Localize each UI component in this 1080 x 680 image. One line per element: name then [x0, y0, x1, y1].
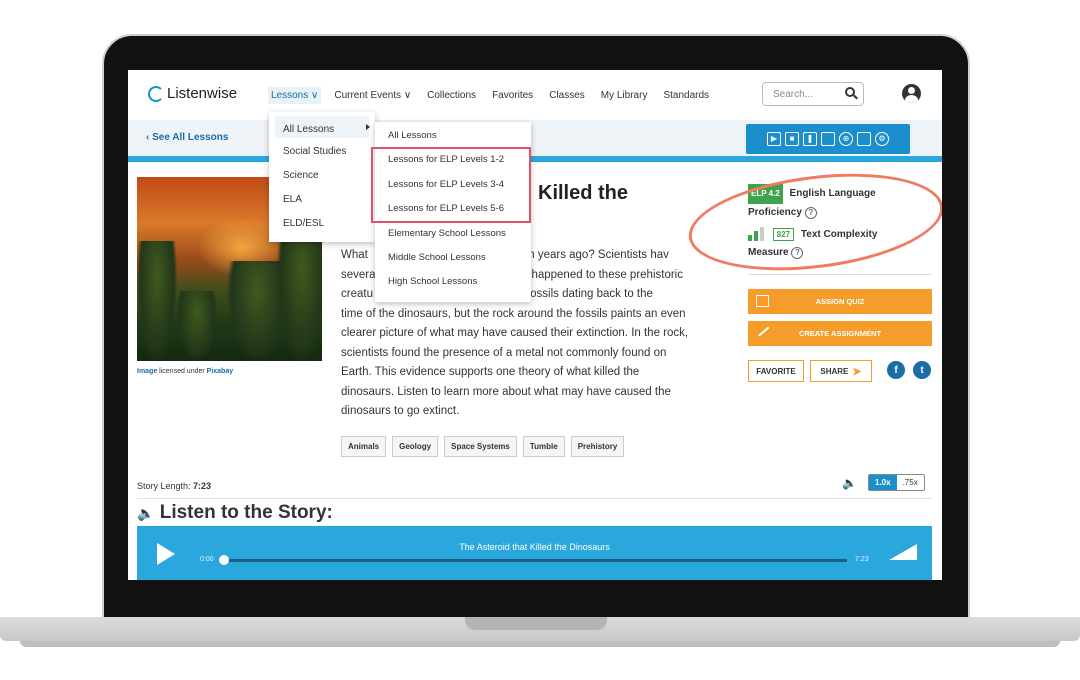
- logo-text: Listenwise: [167, 85, 238, 102]
- story-title: Killed the: [538, 182, 629, 204]
- tag-space-systems[interactable]: Space Systems: [444, 436, 517, 457]
- search-icon[interactable]: [845, 87, 855, 97]
- story-length: Story Length: 7:23: [137, 481, 211, 491]
- tree-shape: [277, 231, 322, 361]
- nav-standards[interactable]: Standards: [660, 87, 712, 104]
- nav-collections[interactable]: Collections: [424, 87, 479, 104]
- menu-item-all-lessons[interactable]: All Lessons: [275, 116, 369, 138]
- tag-animals[interactable]: Animals: [341, 436, 387, 457]
- speed-075x[interactable]: .75x: [897, 475, 924, 490]
- description-line: dinosaurs to go extinct.: [341, 405, 460, 417]
- see-all-lessons-link[interactable]: ‹ See All Lessons: [146, 132, 228, 143]
- lessons-dropdown: All Lessons Social Studies Science ELA E…: [269, 112, 375, 242]
- description-line: clearer picture of what may have caused …: [341, 327, 689, 339]
- quiz-icon: [756, 295, 769, 307]
- stop-icon[interactable]: ■: [785, 132, 799, 146]
- volume-icon[interactable]: 🔈: [842, 476, 857, 490]
- nav-my-library[interactable]: My Library: [598, 87, 651, 104]
- share-button[interactable]: SHARE ➤: [810, 360, 872, 382]
- description-line: scientists found the presence of a metal…: [341, 346, 667, 359]
- submenu-item-elementary[interactable]: Elementary School Lessons: [375, 220, 531, 244]
- submenu-item-all-lessons[interactable]: All Lessons: [375, 122, 531, 146]
- tree-shape: [177, 291, 217, 361]
- user-avatar-icon[interactable]: [902, 84, 921, 103]
- tag-prehistory[interactable]: Prehistory: [570, 436, 625, 457]
- nav-current-events[interactable]: Current Events ∨: [331, 87, 414, 104]
- facebook-icon[interactable]: f: [887, 361, 905, 379]
- time-elapsed: 0:00: [200, 556, 214, 563]
- topic-tags: Animals Geology Space Systems Tumble Pre…: [341, 436, 625, 457]
- blue-divider: [128, 156, 942, 162]
- menu-item-social-studies[interactable]: Social Studies: [269, 138, 375, 162]
- gear-icon[interactable]: ⚙: [875, 132, 889, 146]
- create-assignment-label: CREATE ASSIGNMENT: [798, 329, 882, 338]
- share-arrow-icon: ➤: [852, 365, 862, 378]
- story-length-label: Story Length:: [137, 481, 194, 491]
- progress-knob[interactable]: [219, 555, 229, 565]
- create-assignment-button[interactable]: CREATE ASSIGNMENT: [748, 321, 932, 346]
- picture-icon[interactable]: [857, 132, 871, 146]
- progress-track[interactable]: [223, 559, 847, 562]
- pencil-icon: [755, 323, 770, 337]
- track-title: The Asteroid that Killed the Dinosaurs: [459, 542, 610, 552]
- menu-item-eld-esl[interactable]: ELD/ESL: [269, 210, 375, 234]
- listen-heading-text: Listen to the Story:: [159, 502, 333, 523]
- pause-icon[interactable]: ❚: [803, 132, 817, 146]
- elp-highlight-box: [371, 147, 531, 223]
- main-nav: Lessons ∨ Current Events ∨ Collections F…: [268, 87, 712, 104]
- audio-player: The Asteroid that Killed the Dinosaurs 0…: [137, 526, 932, 580]
- search-input[interactable]: Search...: [762, 82, 864, 106]
- share-label: SHARE: [820, 366, 849, 376]
- playback-speed: 1.0x .75x: [868, 474, 925, 491]
- favorite-button[interactable]: FAVORITE: [748, 360, 804, 382]
- pixabay-link[interactable]: Pixabay: [207, 368, 233, 375]
- assign-quiz-button[interactable]: ASSIGN QUIZ: [748, 289, 932, 314]
- nav-favorites[interactable]: Favorites: [489, 87, 536, 104]
- search-placeholder: Search...: [773, 89, 814, 100]
- image-credit: Image licensed under Pixabay: [137, 368, 233, 375]
- nav-classes[interactable]: Classes: [546, 87, 588, 104]
- laptop-base-edge: [20, 641, 1060, 647]
- submenu-arrow-icon: [366, 124, 370, 130]
- copy-icon[interactable]: [821, 132, 835, 146]
- favorite-label: FAVORITE: [756, 366, 796, 376]
- speaker-icon: 🔈: [137, 505, 155, 521]
- tree-shape: [137, 241, 177, 361]
- description-line: Earth. This evidence supports one theory…: [341, 366, 640, 378]
- credit-text: licensed under: [157, 368, 207, 375]
- menu-item-ela[interactable]: ELA: [269, 186, 375, 210]
- laptop-notch: [465, 617, 607, 630]
- tag-tumble[interactable]: Tumble: [522, 436, 565, 457]
- panel-divider: [748, 274, 932, 275]
- section-divider: [137, 498, 932, 499]
- assign-quiz-label: ASSIGN QUIZ: [815, 297, 865, 306]
- listenwise-logo-icon: [148, 85, 164, 102]
- tag-geology[interactable]: Geology: [392, 436, 439, 457]
- volume-slider-icon[interactable]: [889, 544, 917, 560]
- image-link[interactable]: Image: [137, 368, 157, 375]
- submenu-item-high[interactable]: High School Lessons: [375, 268, 531, 292]
- laptop-screen: Listenwise Lessons ∨ Current Events ∨ Co…: [128, 70, 942, 580]
- description-line: time of the dinosaurs, but the rock arou…: [341, 307, 686, 320]
- twitter-icon[interactable]: t: [913, 361, 931, 379]
- nav-lessons[interactable]: Lessons ∨: [268, 87, 322, 104]
- menu-item-science[interactable]: Science: [269, 162, 375, 186]
- globe-icon[interactable]: ⊕: [839, 132, 853, 146]
- speed-1x[interactable]: 1.0x: [869, 475, 897, 490]
- story-length-value: 7:23: [193, 481, 212, 491]
- listenwise-logo[interactable]: Listenwise: [148, 85, 237, 102]
- description-line: dinosaurs. Listen to learn more about wh…: [341, 385, 671, 398]
- play-icon[interactable]: ▶: [767, 132, 781, 146]
- listen-heading: 🔈 Listen to the Story:: [137, 502, 333, 524]
- submenu-item-middle[interactable]: Middle School Lessons: [375, 244, 531, 268]
- time-total: 7:23: [855, 556, 869, 563]
- reading-toolbar: ▶ ■ ❚ ⊕ ⚙: [746, 124, 910, 154]
